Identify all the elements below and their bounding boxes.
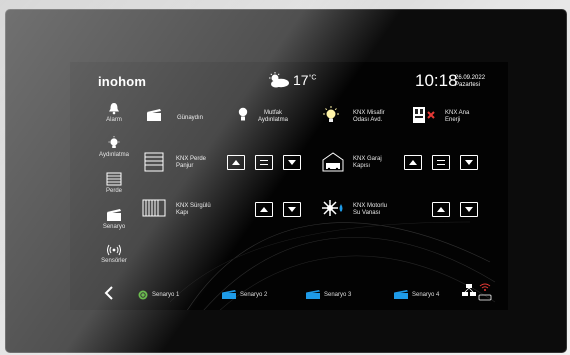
shutter-icon — [144, 152, 164, 172]
label-line: Odası Avd. — [353, 117, 383, 123]
scenario-bar: Senaryo 1 Senaryo 2 Senaryo 3 Senaryo 4 — [70, 280, 508, 308]
tile-main-energy-label[interactable]: KNX Ana Enerji — [445, 110, 469, 124]
arrow-up-icon — [232, 160, 240, 165]
sidebar-item-label: Sensörler — [101, 258, 127, 264]
arrow-down-icon — [288, 160, 296, 165]
label-line: Panjur — [176, 163, 194, 169]
sidebar-item-lighting[interactable]: Aydınlatma — [94, 136, 134, 158]
energy-panel-icon[interactable] — [412, 106, 436, 124]
scenario-2-button[interactable]: Senaryo 2 — [222, 290, 267, 299]
bell-icon — [109, 103, 119, 115]
bulb-on-icon[interactable] — [322, 106, 340, 124]
scenario-label: Senaryo 1 — [152, 292, 180, 298]
label-line: KNX Motorlu — [353, 203, 388, 209]
label-line: KNX Ana — [445, 110, 470, 116]
scenario-label: Senaryo 3 — [324, 291, 352, 298]
tile-water-valve-label: KNX Motorlu Su Vanası — [353, 203, 387, 217]
shutter-stop-button[interactable] — [255, 155, 273, 170]
green-power-icon — [138, 290, 148, 300]
scenario-clapper-blue-icon — [222, 290, 236, 299]
sidebar-item-label: Perde — [105, 188, 122, 194]
garage-icon — [322, 152, 344, 172]
curtain-icon — [106, 172, 122, 186]
garage-up-button[interactable] — [404, 155, 422, 170]
sidebar-item-sensors[interactable]: Sensörler — [94, 244, 134, 264]
label-line: Aydınlatma — [258, 117, 288, 123]
sidebar-item-label: Senaryo — [102, 224, 126, 230]
arrow-down-icon — [465, 160, 473, 165]
scenario-clapper-blue-icon — [394, 290, 408, 299]
sidebar-item-label: Aydınlatma — [99, 152, 129, 158]
garage-down-button[interactable] — [460, 155, 478, 170]
valve-up-button[interactable] — [432, 202, 450, 217]
sidebar-item-alarm[interactable]: Alarm — [94, 102, 134, 123]
stop-icon — [437, 160, 445, 165]
scenario-clapper-icon[interactable] — [146, 108, 162, 122]
scenario-label: Senaryo 2 — [240, 291, 268, 298]
scenario-icon — [107, 209, 121, 221]
sliding-door-down-button[interactable] — [283, 202, 301, 217]
label-line: Mutfak — [263, 110, 282, 116]
scenario-3-button[interactable]: Senaryo 3 — [306, 290, 351, 299]
bulb-icon[interactable] — [238, 106, 248, 122]
label-line: KNX Sürgülü — [176, 203, 211, 209]
sidebar-item-scenario[interactable]: Senaryo — [94, 208, 134, 230]
date-text: 26.09.2022 — [455, 75, 486, 81]
label-line: Kapısı — [353, 163, 371, 169]
shutter-up-button[interactable] — [227, 155, 245, 170]
scenario-clapper-blue-icon — [306, 290, 320, 299]
sensor-icon — [107, 244, 121, 256]
scenario-4-button[interactable]: Senaryo 4 — [394, 290, 439, 299]
sidebar-item-curtain[interactable]: Perde — [94, 172, 134, 194]
arrow-up-icon — [437, 207, 445, 212]
label-line: KNX Misafir — [353, 110, 385, 116]
back-arrow-icon[interactable] — [104, 286, 114, 300]
shutter-down-button[interactable] — [283, 155, 301, 170]
touch-panel-screen: inohom 17°C 10:18 26.09.2022 Pazartesi A… — [70, 62, 508, 310]
arrow-down-icon — [465, 207, 473, 212]
label-line: Enerji — [445, 117, 461, 123]
clock-date: 26.09.2022 Pazartesi — [455, 75, 485, 89]
arrow-up-icon — [409, 160, 417, 165]
tile-shutter-label: KNX Perde Panjur — [176, 156, 206, 170]
arrow-up-icon — [260, 207, 268, 212]
scenario-label: Senaryo 4 — [412, 291, 440, 298]
tile-kitchen-light-label[interactable]: Mutfak Aydınlatma — [258, 110, 288, 124]
tile-sliding-door-label: KNX Sürgülü Kapı — [176, 203, 211, 217]
tile-gunaydin-label[interactable]: Günaydın — [177, 115, 203, 122]
valve-down-button[interactable] — [460, 202, 478, 217]
sun-cloud-icon — [269, 72, 289, 88]
brand-logo: inohom — [98, 74, 147, 89]
sliding-door-icon — [142, 199, 166, 217]
sliding-door-up-button[interactable] — [255, 202, 273, 217]
sidebar-item-label: Alarm — [106, 117, 122, 123]
scenario-1-button[interactable]: Senaryo 1 — [138, 290, 179, 300]
weather-widget[interactable]: 17°C — [266, 72, 316, 88]
arrow-down-icon — [288, 207, 296, 212]
tile-garage-label: KNX Garaj Kapısı — [353, 156, 382, 170]
bulb-icon — [108, 136, 120, 148]
label-line: Kapı — [176, 210, 189, 216]
label-line: KNX Garaj — [353, 156, 382, 162]
temperature-value: 17°C — [293, 72, 317, 88]
clock-time: 10:18 — [415, 71, 458, 90]
label-line: KNX Perde — [176, 156, 207, 162]
tile-guest-room-label[interactable]: KNX Misafir Odası Avd. — [353, 110, 385, 124]
day-text: Pazartesi — [455, 82, 481, 88]
garage-stop-button[interactable] — [432, 155, 450, 170]
network-status-icon[interactable] — [462, 282, 496, 304]
stop-icon — [260, 160, 268, 165]
label-line: Su Vanası — [353, 210, 381, 216]
water-valve-icon — [322, 200, 343, 216]
